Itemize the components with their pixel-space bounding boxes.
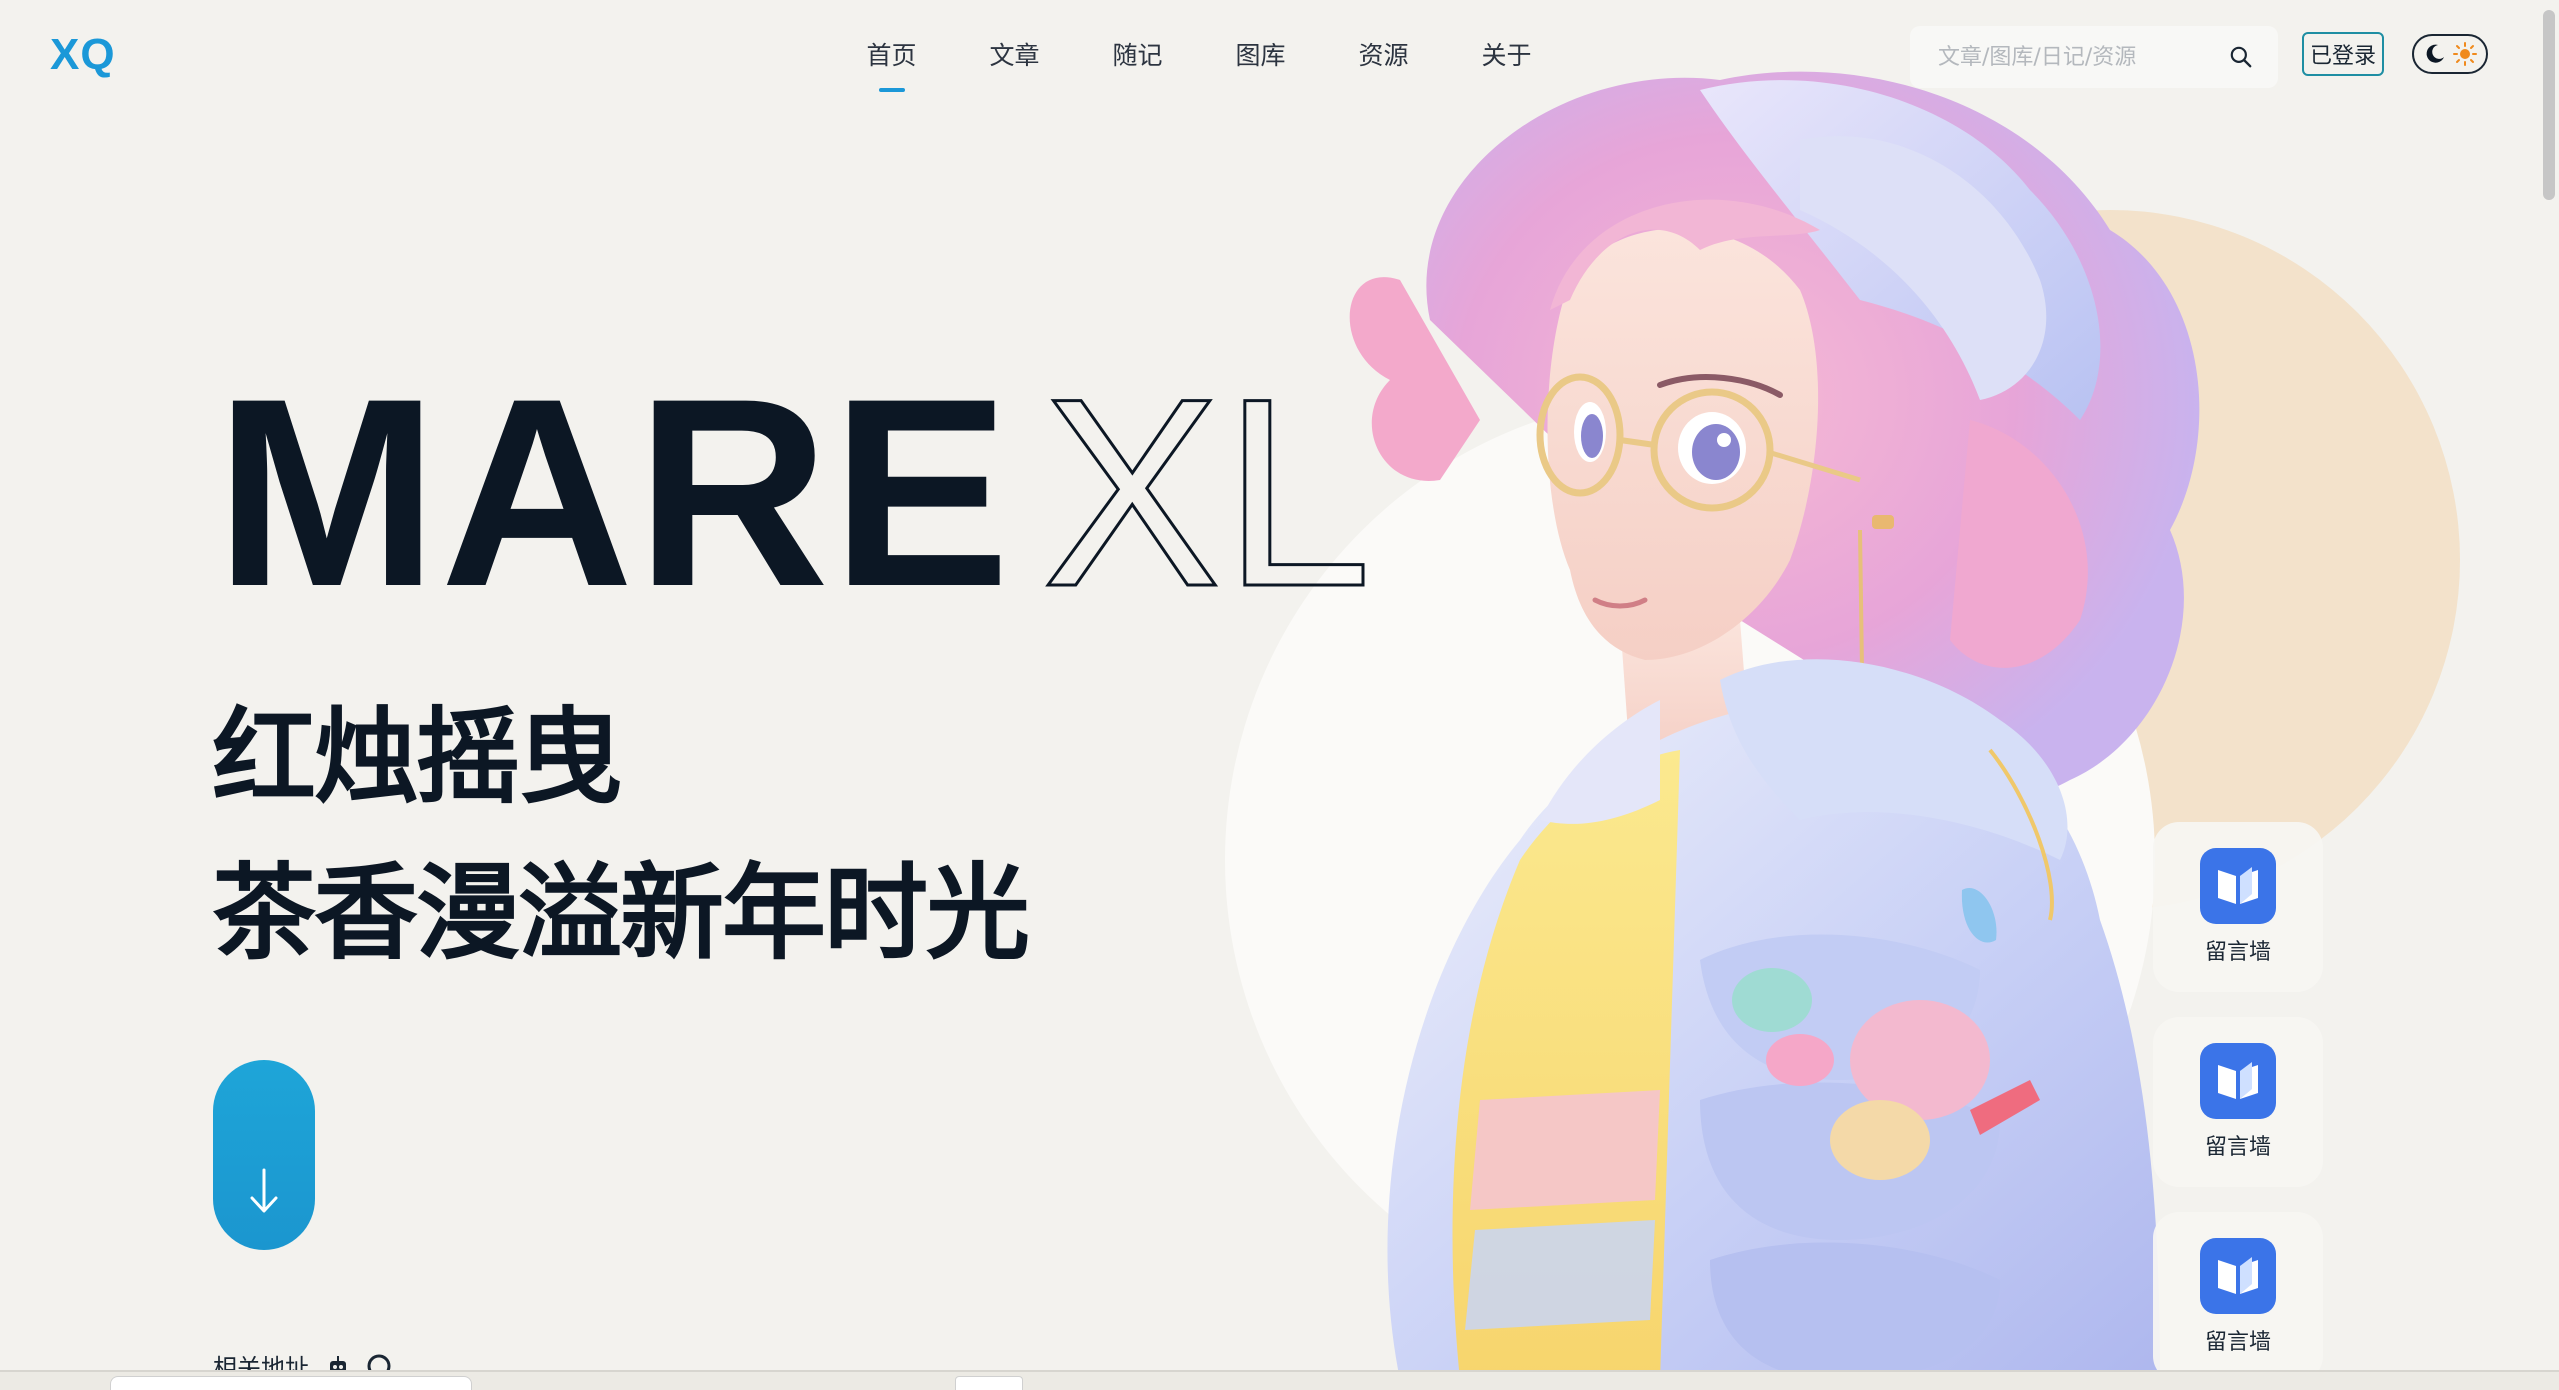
bottom-tab[interactable] <box>110 1376 472 1390</box>
message-wall-card-3[interactable]: 留言墙 <box>2153 1212 2323 1382</box>
hero-title-solid: MARE <box>215 342 1013 642</box>
arrow-down-icon <box>250 1168 278 1213</box>
scroll-down-button[interactable] <box>213 1060 315 1250</box>
message-wall-card-2[interactable]: 留言墙 <box>2153 1017 2323 1187</box>
book-icon <box>2200 848 2276 924</box>
hero-title-outline: XL <box>1041 342 1374 642</box>
bottom-taskbar-strip <box>0 1370 2559 1390</box>
nav-item-articles[interactable]: 文章 <box>953 36 1076 72</box>
hero-subtitle-line-1: 红烛摇曳 <box>212 696 622 818</box>
bottom-tab[interactable] <box>955 1376 1023 1390</box>
hero-subtitle-line-2: 茶香漫溢新年时光 <box>212 852 1030 974</box>
card-label: 留言墙 <box>2204 1330 2271 1355</box>
scrollbar-thumb[interactable] <box>2543 10 2555 200</box>
message-wall-card-1[interactable]: 留言墙 <box>2153 822 2323 992</box>
page-scrollbar[interactable] <box>2538 0 2559 1370</box>
book-icon <box>2200 1043 2276 1119</box>
site-logo[interactable]: XQ <box>50 30 116 80</box>
card-label: 留言墙 <box>2204 1135 2271 1160</box>
card-label: 留言墙 <box>2204 940 2271 965</box>
book-icon <box>2200 1238 2276 1314</box>
nav-item-home[interactable]: 首页 <box>830 36 953 72</box>
page: XQ 首页 文章 随记 图库 资源 关于 已登录 <box>0 0 2559 1390</box>
hero-title: MARE XL <box>215 357 1374 628</box>
